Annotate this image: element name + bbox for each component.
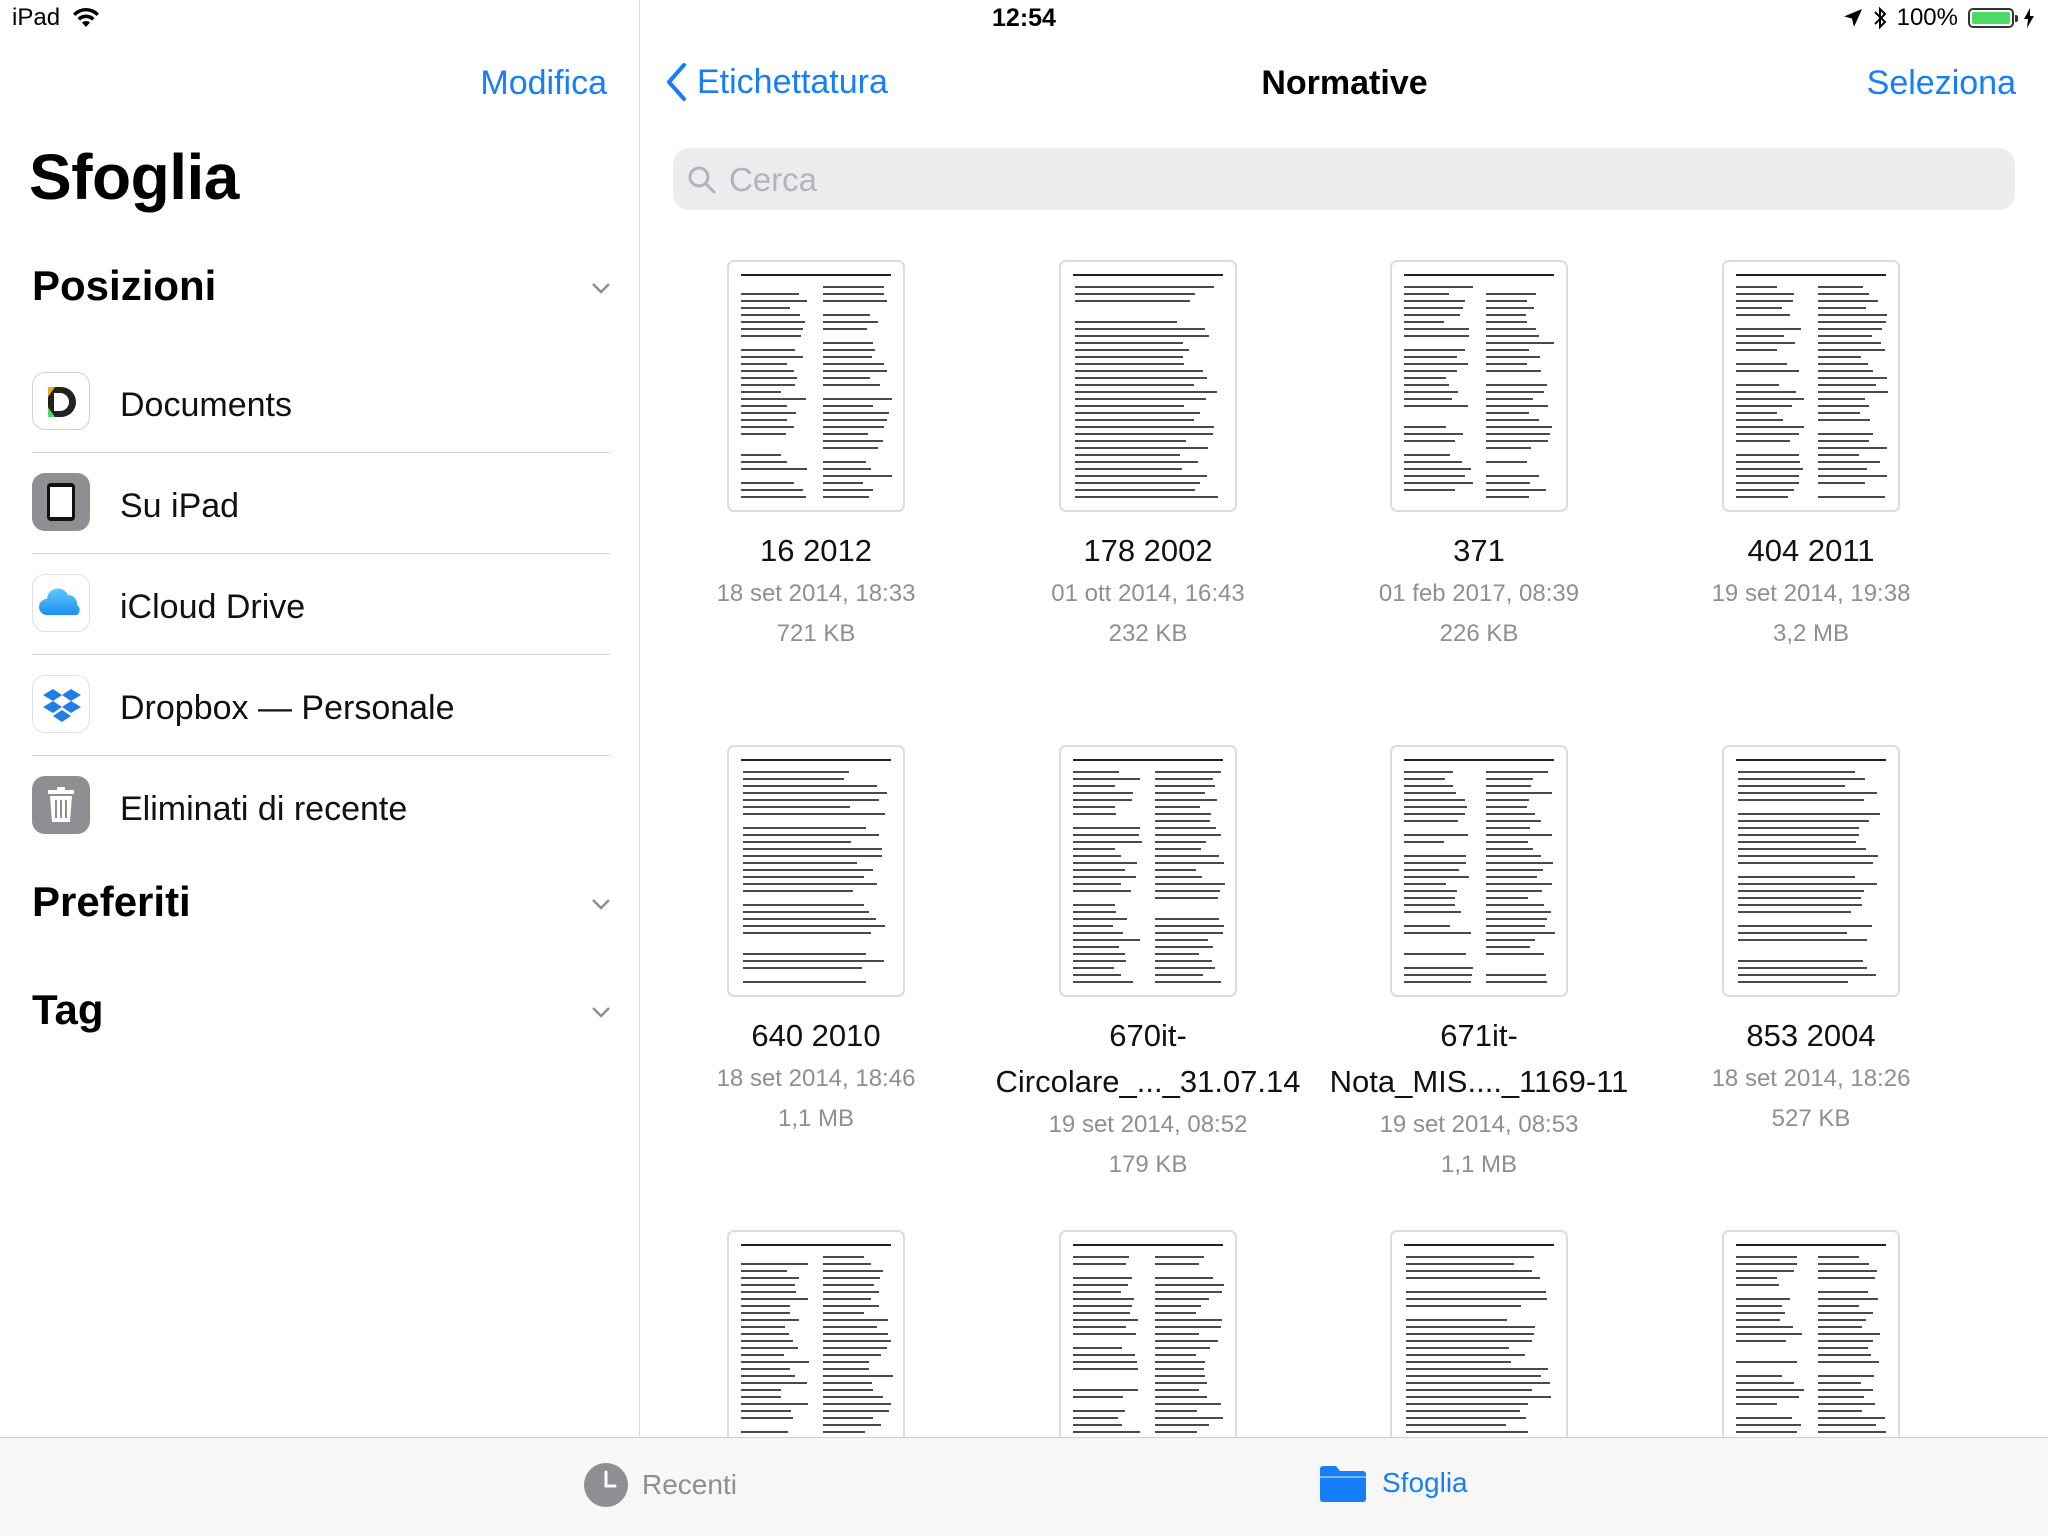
file-size: 1,1 MB [1440, 1151, 1518, 1178]
file-date: 19 set 2014, 19:38 [1711, 580, 1911, 607]
file-size: 3,2 MB [1772, 620, 1850, 647]
ipad-icon [32, 473, 90, 531]
document-thumbnail [1059, 1230, 1237, 1437]
file-date: 01 feb 2017, 08:39 [1378, 580, 1580, 607]
file-date: 19 set 2014, 08:52 [1048, 1111, 1248, 1138]
document-thumbnail [1059, 745, 1237, 997]
document-thumbnail [727, 1230, 905, 1437]
file-size: 527 KB [1771, 1105, 1851, 1132]
sidebar-title: Sfoglia [29, 141, 239, 213]
trash-icon [32, 776, 90, 834]
file-size: 226 KB [1439, 620, 1519, 647]
section-tags[interactable]: Tag [32, 986, 104, 1034]
chevron-down-icon[interactable] [591, 278, 611, 298]
sidebar-item-label: Su iPad [120, 487, 240, 525]
file-item[interactable] [651, 1230, 981, 1437]
document-thumbnail [727, 745, 905, 997]
file-date: 18 set 2014, 18:33 [716, 580, 916, 607]
select-button[interactable]: Seleziona [1867, 64, 2016, 103]
file-name: 404 2011 [1747, 533, 1875, 568]
sidebar-item-label: Dropbox — Personale [120, 689, 455, 727]
file-size: 179 KB [1108, 1151, 1188, 1178]
document-thumbnail [727, 260, 905, 512]
page-title: Normative [1261, 64, 1428, 102]
dropbox-icon [32, 675, 90, 733]
sidebar-item-icloud-drive[interactable]: iCloud Drive [32, 554, 610, 655]
section-favorites[interactable]: Preferiti [32, 878, 191, 926]
file-item[interactable]: 853 2004 18 set 2014, 18:26 527 KB [1646, 745, 1976, 1139]
folder-icon [1320, 1466, 1366, 1502]
file-item[interactable]: 640 2010 18 set 2014, 18:46 1,1 MB [651, 745, 981, 1139]
documents-app-icon [32, 372, 90, 430]
file-name: 178 2002 [1083, 533, 1213, 568]
file-item[interactable] [983, 1230, 1313, 1437]
document-thumbnail [1722, 745, 1900, 997]
file-date: 01 ott 2014, 16:43 [1051, 580, 1245, 607]
sidebar-item-on-ipad[interactable]: Su iPad [32, 453, 610, 554]
file-size: 721 KB [776, 620, 856, 647]
document-thumbnail [1722, 260, 1900, 512]
file-name: 853 2004 [1746, 1018, 1876, 1053]
file-item[interactable] [1646, 1230, 1976, 1437]
file-item[interactable]: 16 2012 18 set 2014, 18:33 721 KB [651, 260, 981, 654]
file-date: 19 set 2014, 08:53 [1379, 1111, 1579, 1138]
sidebar-item-documents[interactable]: Documents [32, 352, 610, 453]
tab-browse[interactable]: Sfoglia [1318, 1463, 1468, 1503]
file-item[interactable] [1314, 1230, 1644, 1437]
chevron-down-icon[interactable] [591, 894, 611, 914]
document-thumbnail [1390, 1230, 1568, 1437]
file-item[interactable]: 371 01 feb 2017, 08:39 226 KB [1314, 260, 1644, 654]
file-item[interactable]: 670it- Circolare_..._31.07.14 19 set 2014… [983, 745, 1313, 1185]
tab-recents[interactable]: Recenti [584, 1463, 737, 1507]
search-bar[interactable] [673, 148, 2015, 210]
sidebar-item-label: Eliminati di recente [120, 790, 408, 828]
sidebar: Modifica Sfoglia Posizioni Documents Su … [0, 0, 640, 1437]
file-size: 1,1 MB [777, 1105, 855, 1132]
tab-label: Recenti [642, 1469, 737, 1500]
clock-icon [584, 1463, 628, 1507]
file-name: 670it- Circolare_..._31.07.14 [995, 1018, 1301, 1099]
main-content: Etichettatura Normative Seleziona 16 201… [641, 0, 2048, 1437]
file-name: 640 2010 [751, 1018, 881, 1053]
search-icon [688, 166, 716, 194]
icloud-icon [32, 574, 90, 632]
edit-button[interactable]: Modifica [480, 64, 607, 103]
document-thumbnail [1722, 1230, 1900, 1437]
document-thumbnail [1390, 745, 1568, 997]
file-date: 18 set 2014, 18:26 [1711, 1065, 1911, 1092]
file-name: 16 2012 [759, 533, 873, 568]
file-name: 671it- Nota_MIS...._1169-11 [1329, 1018, 1629, 1099]
search-input[interactable] [727, 158, 1991, 202]
locations-list: Documents Su iPad iCloud Drive Dropbox —… [32, 352, 610, 857]
document-thumbnail [1390, 260, 1568, 512]
document-thumbnail [1059, 260, 1237, 512]
chevron-down-icon[interactable] [591, 1002, 611, 1022]
tab-bar: Recenti Sfoglia [0, 1437, 2048, 1536]
file-item[interactable]: 178 2002 01 ott 2014, 16:43 232 KB [983, 260, 1313, 654]
file-date: 18 set 2014, 18:46 [716, 1065, 916, 1092]
tab-label: Sfoglia [1382, 1467, 1468, 1498]
sidebar-item-dropbox[interactable]: Dropbox — Personale [32, 655, 610, 756]
file-item[interactable]: 671it- Nota_MIS...._1169-11 19 set 2014, … [1314, 745, 1644, 1185]
file-size: 232 KB [1108, 620, 1188, 647]
section-locations[interactable]: Posizioni [32, 262, 216, 310]
sidebar-item-recently-deleted[interactable]: Eliminati di recente [32, 756, 610, 857]
file-item[interactable]: 404 2011 19 set 2014, 19:38 3,2 MB [1646, 260, 1976, 654]
sidebar-item-label: Documents [120, 386, 292, 424]
file-name: 371 [1453, 533, 1505, 568]
sidebar-item-label: iCloud Drive [120, 588, 306, 626]
